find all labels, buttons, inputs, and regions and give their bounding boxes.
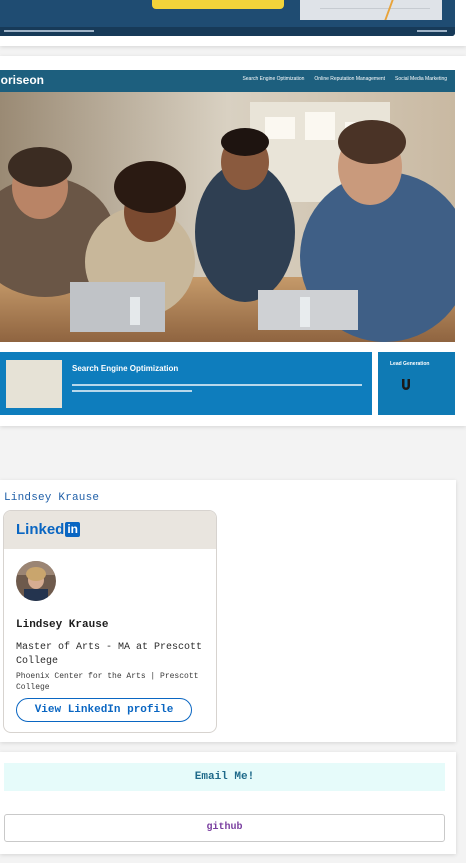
horiseon-logo: Horiseon <box>0 73 45 87</box>
linkedin-logo[interactable]: Linked in <box>16 520 81 538</box>
horiseon-screenshot[interactable]: Horiseon Search Engine Optimization Onli… <box>0 70 455 415</box>
lead-title: Lead Generation <box>390 361 430 367</box>
email-me-button[interactable]: Email Me! <box>4 763 445 791</box>
magnet-icon <box>402 379 410 390</box>
project-screenshot-previous[interactable] <box>0 0 455 36</box>
horiseon-lead-section: Lead Generation <box>378 352 455 415</box>
linkedin-logo-in: in <box>65 521 81 537</box>
screenshot-footer <box>0 27 455 36</box>
view-linkedin-profile-button[interactable]: View LinkedIn profile <box>16 698 192 722</box>
linkedin-company: Phoenix Center for the Arts | Prescott C… <box>16 672 199 692</box>
project-card-previous <box>0 0 466 46</box>
profile-card: Lindsey Krause Linked in Lindsey Krause … <box>0 480 456 742</box>
github-button[interactable]: github <box>4 814 445 842</box>
horiseon-nav-item: Search Engine Optimization <box>242 76 305 82</box>
seo-image <box>6 360 62 408</box>
horiseon-bottom: Search Engine Optimization Lead Generati… <box>0 342 455 415</box>
linkedin-logo-text: Linked <box>16 520 65 538</box>
linkedin-badge-header: Linked in <box>4 511 216 549</box>
linkedin-name[interactable]: Lindsey Krause <box>16 619 108 631</box>
project-card-horiseon: Horiseon Search Engine Optimization Onli… <box>0 56 466 426</box>
linkedin-badge: Linked in Lindsey Krause Master of Arts … <box>3 510 217 733</box>
horiseon-seo-section: Search Engine Optimization <box>0 352 372 415</box>
profile-name-link[interactable]: Lindsey Krause <box>4 492 99 504</box>
horiseon-nav-item: Social Media Marketing <box>395 76 447 82</box>
linkedin-headline: Master of Arts - MA at Prescott College <box>16 642 203 667</box>
screenshot-yellow-button <box>152 0 284 9</box>
horiseon-nav: Search Engine Optimization Online Reputa… <box>242 76 447 82</box>
team-meeting-photo <box>0 92 455 342</box>
contact-card: Email Me! github <box>0 752 456 854</box>
horiseon-header: Horiseon Search Engine Optimization Onli… <box>0 70 455 92</box>
avatar[interactable] <box>16 561 56 601</box>
horiseon-nav-item: Online Reputation Management <box>314 76 386 82</box>
screenshot-map <box>300 0 442 20</box>
seo-title: Search Engine Optimization <box>72 364 179 373</box>
